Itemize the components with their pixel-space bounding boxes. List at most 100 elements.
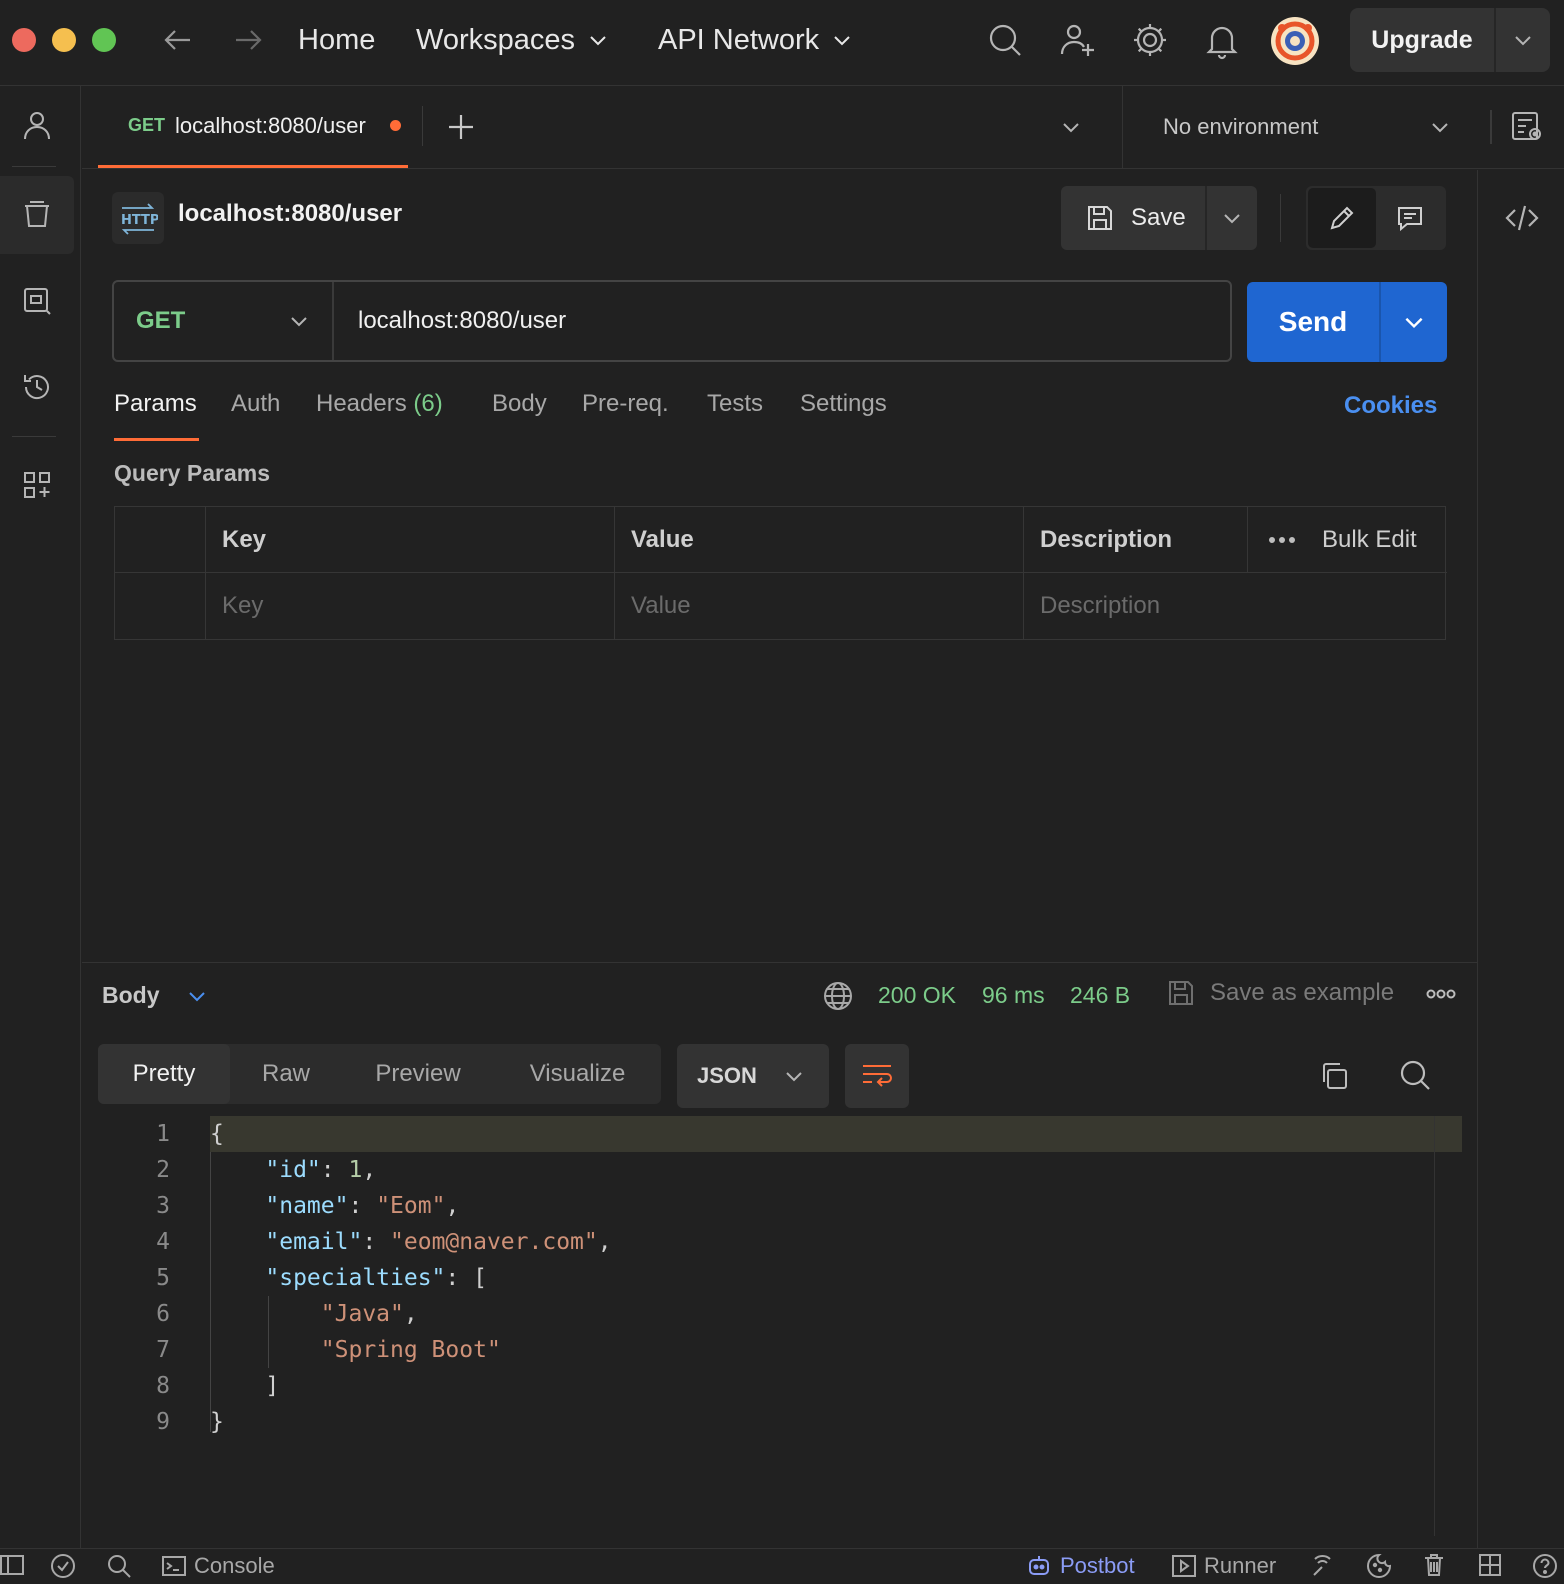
save-options-chevron-icon[interactable] — [1207, 186, 1257, 250]
home-label: Home — [298, 23, 376, 56]
send-button[interactable]: Send — [1247, 282, 1447, 362]
response-body-label: Body — [102, 982, 160, 1008]
minimize-window-button[interactable] — [52, 28, 76, 52]
method-selector[interactable]: GET — [114, 282, 334, 360]
runner-play-icon — [1172, 1554, 1196, 1578]
comments-icon[interactable] — [1376, 188, 1444, 248]
code-snippet-icon[interactable] — [1504, 200, 1540, 236]
current-line-highlight — [210, 1116, 1462, 1152]
tab-list-chevron-down-icon[interactable] — [1060, 116, 1082, 138]
back-arrow-icon[interactable] — [160, 22, 196, 58]
console-button[interactable]: Console — [162, 1553, 275, 1579]
response-status[interactable]: 200 OK — [878, 982, 956, 1009]
upgrade-dropdown-chevron-icon[interactable] — [1496, 8, 1550, 72]
tab-body[interactable]: Body — [492, 390, 547, 434]
bulk-edit-button[interactable]: Bulk Edit — [1322, 526, 1417, 554]
active-tab-indicator — [114, 438, 199, 441]
view-tab-raw[interactable]: Raw — [230, 1044, 342, 1104]
environment-quick-look-icon[interactable] — [1510, 110, 1544, 144]
view-tab-visualize[interactable]: Visualize — [494, 1044, 661, 1104]
sidebar-item-history[interactable] — [0, 348, 74, 426]
response-more-options-icon[interactable] — [1426, 988, 1456, 1000]
invite-user-icon[interactable] — [1058, 20, 1098, 60]
maximize-window-button[interactable] — [92, 28, 116, 52]
chevron-down-icon — [587, 29, 609, 51]
tab-settings[interactable]: Settings — [800, 390, 887, 434]
runner-button[interactable]: Runner — [1172, 1553, 1276, 1579]
postbot-button[interactable]: Postbot — [1026, 1553, 1135, 1579]
new-tab-plus-icon[interactable] — [444, 110, 478, 144]
response-body-editor[interactable]: 1{2 "id": 1, 3 "name": "Eom", 4 "email": "… — [98, 1116, 1462, 1536]
notification-bell-icon[interactable] — [1202, 20, 1242, 60]
right-sidebar — [1477, 170, 1564, 1548]
tab-pre-request[interactable]: Pre-req. — [582, 390, 669, 434]
status-bar: Console Postbot Runner — [0, 1548, 1564, 1584]
sidebar-item-profile[interactable] — [0, 86, 74, 164]
headers-count: (6) — [413, 390, 443, 417]
online-status-check-icon[interactable] — [50, 1553, 76, 1579]
response-divider[interactable] — [82, 962, 1477, 963]
description-input[interactable]: Description — [1024, 573, 1447, 639]
layout-two-pane-icon[interactable] — [1478, 1553, 1502, 1577]
copy-icon[interactable] — [1318, 1060, 1350, 1092]
left-sidebar — [0, 86, 81, 1548]
response-size[interactable]: 246 B — [1070, 982, 1130, 1009]
response-section-selector[interactable]: Body — [102, 982, 208, 1009]
cookies-link[interactable]: Cookies — [1344, 392, 1437, 420]
close-window-button[interactable] — [12, 28, 36, 52]
query-params-table: Key Value Description Bulk Edit Key Valu… — [114, 506, 1447, 640]
save-as-example-button[interactable]: Save as example — [1166, 978, 1394, 1008]
key-input[interactable]: Key — [206, 573, 615, 639]
api-network-menu[interactable]: API Network — [658, 20, 853, 60]
word-wrap-button[interactable] — [845, 1044, 909, 1108]
view-tab-pretty[interactable]: Pretty — [98, 1044, 230, 1104]
line-number: 6 — [156, 1301, 170, 1327]
chevron-down-icon — [783, 1065, 805, 1087]
search-icon[interactable] — [985, 20, 1025, 60]
url-input[interactable] — [334, 307, 1230, 335]
sidebar-item-environments[interactable] — [0, 262, 74, 340]
request-title[interactable]: localhost:8080/user — [178, 200, 402, 228]
find-replace-icon[interactable] — [106, 1553, 132, 1579]
tab-tests[interactable]: Tests — [707, 390, 763, 434]
more-options-icon[interactable] — [1268, 535, 1296, 545]
save-as-example-label: Save as example — [1210, 979, 1395, 1006]
collections-icon — [21, 199, 53, 231]
sidebar-item-collections[interactable] — [0, 176, 74, 254]
console-label: Console — [194, 1553, 275, 1578]
send-options-chevron-icon[interactable] — [1381, 282, 1447, 362]
home-link[interactable]: Home — [298, 20, 375, 60]
code-line: 9} — [98, 1404, 224, 1440]
tab-localhost-user[interactable]: GET localhost:8080/user — [98, 86, 408, 168]
value-input[interactable]: Value — [615, 573, 1024, 639]
workspaces-menu[interactable]: Workspaces — [416, 20, 609, 60]
tab-params[interactable]: Params — [114, 390, 197, 434]
view-tab-preview[interactable]: Preview — [342, 1044, 494, 1104]
code-line: 4 "email": "eom@naver.com", — [98, 1224, 611, 1260]
forward-arrow-icon[interactable] — [230, 22, 266, 58]
sidebar-item-configure[interactable] — [0, 446, 74, 524]
tab-headers[interactable]: Headers (6) — [316, 390, 443, 434]
network-globe-icon[interactable] — [822, 980, 854, 1012]
toggle-sidebar-icon[interactable] — [0, 1553, 24, 1577]
edit-pencil-icon[interactable] — [1308, 188, 1376, 248]
chevron-down-icon — [1429, 116, 1451, 138]
search-response-icon[interactable] — [1398, 1058, 1432, 1092]
upgrade-button[interactable]: Upgrade — [1350, 8, 1550, 72]
response-time[interactable]: 96 ms — [982, 982, 1045, 1009]
value-column-header: Value — [615, 507, 1024, 573]
format-selector[interactable]: JSON — [677, 1044, 829, 1108]
line-number: 5 — [156, 1265, 170, 1291]
tab-auth[interactable]: Auth — [231, 390, 280, 434]
upgrade-label: Upgrade — [1350, 8, 1496, 72]
help-icon[interactable] — [1532, 1553, 1558, 1579]
cookies-icon[interactable] — [1366, 1553, 1392, 1579]
code-text: ] — [210, 1373, 280, 1399]
save-button[interactable]: Save — [1061, 186, 1257, 250]
capture-requests-icon[interactable] — [1310, 1553, 1336, 1579]
avatar[interactable] — [1270, 16, 1320, 66]
trash-icon[interactable] — [1422, 1553, 1446, 1577]
environment-icon — [21, 285, 53, 317]
settings-gear-icon[interactable] — [1130, 20, 1170, 60]
environment-selector[interactable]: No environment — [1122, 86, 1467, 168]
